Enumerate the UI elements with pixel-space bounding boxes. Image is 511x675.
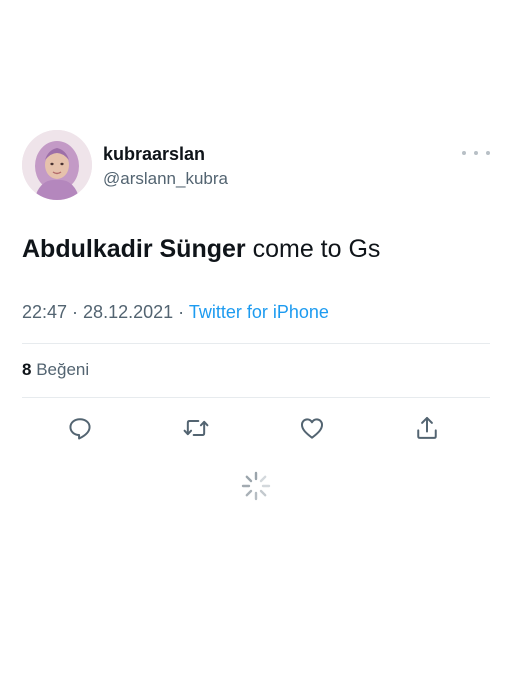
- reply-button[interactable]: [60, 408, 100, 448]
- reply-icon: [69, 418, 91, 440]
- author-names: kubraarslan @arslann_kubra: [103, 143, 228, 190]
- tweet-time[interactable]: 22:47: [22, 302, 67, 322]
- divider: [22, 343, 490, 344]
- heart-icon: [300, 418, 324, 439]
- mentioned-name: Abdulkadir Sünger: [22, 235, 246, 263]
- dot: [486, 151, 490, 155]
- likes-label: Beğeni: [31, 360, 90, 379]
- tweet-body: come to Gs: [245, 235, 381, 263]
- user-handle[interactable]: @arslann_kubra: [103, 168, 228, 190]
- tweet-date[interactable]: 28.12.2021: [83, 302, 173, 322]
- retweet-icon: [183, 420, 209, 436]
- retweet-button[interactable]: [176, 408, 216, 448]
- avatar[interactable]: [22, 130, 92, 200]
- share-button[interactable]: [407, 408, 447, 448]
- dot: [474, 151, 478, 155]
- share-icon: [417, 416, 437, 439]
- action-bar: [22, 408, 490, 448]
- dot: [462, 151, 466, 155]
- more-options-icon[interactable]: [462, 146, 490, 160]
- like-button[interactable]: [292, 408, 332, 448]
- display-name[interactable]: kubraarslan: [103, 143, 228, 165]
- tweet-text: Abdulkadir Sünger come to Gs: [22, 232, 380, 266]
- likes-stat[interactable]: 8 Beğeni: [22, 360, 89, 380]
- loading-spinner-icon: [241, 471, 271, 501]
- profile-photo: [22, 130, 92, 200]
- tweet-header: kubraarslan @arslann_kubra: [22, 130, 490, 202]
- tweet-source-link[interactable]: Twitter for iPhone: [189, 302, 329, 322]
- meta-separator: ·: [173, 302, 189, 322]
- tweet-meta: 22:47 · 28.12.2021 · Twitter for iPhone: [22, 302, 329, 323]
- divider: [22, 397, 490, 398]
- meta-separator: ·: [67, 302, 84, 322]
